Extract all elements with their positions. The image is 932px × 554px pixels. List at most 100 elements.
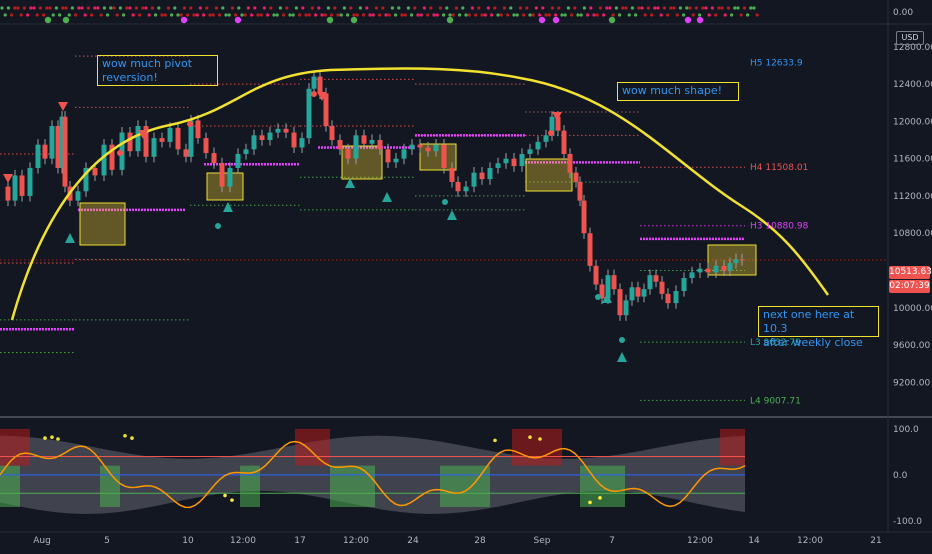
signal-dot [310,6,314,10]
signal-dot [374,6,378,10]
candle-body [587,233,593,266]
signal-dot [266,13,270,17]
high-dot [117,150,123,156]
signal-dot [365,6,369,10]
signal-dot [509,6,513,10]
oscillator-dot [123,433,127,438]
candle-body [647,275,653,290]
signal-dot [32,6,36,10]
signal-dot [576,13,580,17]
candle-body [175,127,181,150]
time-tick-label: Aug [33,536,51,546]
signal-dot [627,13,631,17]
signal-dot [422,6,426,10]
signal-dot [29,6,33,10]
signal-dot [307,13,311,17]
signal-dot [122,13,126,17]
signal-dot [611,13,615,17]
signal-dot [45,6,49,10]
signal-dot [150,6,154,10]
signal-dot [227,13,231,17]
signal-dot [595,13,599,17]
candle-body [311,76,317,89]
pivot-zone-box [79,202,126,246]
signal-dot [90,13,94,17]
candle-body [251,135,257,150]
signal-dot [586,13,590,17]
signal-dot [550,6,555,10]
signal-dot [390,6,394,10]
signal-dot [506,13,510,17]
signal-dot [554,13,558,17]
signal-dot [80,6,84,10]
signal-dot [557,6,561,10]
signal-dot [106,13,110,17]
signal-dot [474,13,478,17]
candle-body [227,167,233,187]
signal-dot [211,13,215,17]
candle-body [441,144,447,168]
candle-body [211,153,217,164]
signal-dot [483,13,487,17]
signal-dot [397,6,401,10]
annotation-much-shape[interactable]: wow much shape! [617,82,739,101]
candle-body [151,138,157,157]
signal-dot [723,13,727,17]
signal-dot [16,6,20,10]
time-tick-label: 28 [474,536,486,546]
price-tick-label: 12400.00 [893,80,932,90]
oscillator-dot [538,437,542,441]
time-tick-label: 17 [294,536,305,546]
oscillator-dot [43,436,47,440]
signal-dot [256,13,260,17]
candle-body [267,132,273,140]
last-price-tag: 10513.63 [889,266,932,279]
signal-dot [720,6,724,10]
candle-body [665,293,671,304]
signal-dot [128,6,132,10]
candle-body [543,135,549,142]
oscillator-tick-label: 0.0 [893,471,908,481]
signal-dot [653,6,657,10]
drawn-curve [10,67,830,321]
signal-dot [173,6,177,10]
signal-dot [531,13,535,17]
signal-dot [442,13,446,17]
annotation-next-one[interactable]: next one here at 10.3 after weekly close [758,306,879,349]
pivot-zone-box [206,172,244,201]
signal-dot [534,6,539,10]
candle-body [471,172,477,187]
time-tick-label: 12:00 [343,536,369,546]
candle-body [369,140,375,144]
time-tick-label: 24 [407,536,419,546]
signal-dot [192,13,196,17]
candle-body [577,181,583,201]
signal-dot [246,6,250,10]
signal-dot [38,6,43,10]
signal-dot [410,13,414,17]
candle-body [361,135,367,144]
signal-dot [592,13,596,17]
candle-body [495,163,501,168]
signal-dot [387,13,391,17]
candle-body [581,200,587,234]
signal-dot [243,13,247,17]
signal-dot [115,13,119,17]
annotation-pivot-reversion[interactable]: wow much pivot reversion! [97,55,218,86]
signal-dot [755,13,759,17]
signal-dot [394,13,398,17]
candle-body [721,265,727,271]
candle-body [75,191,81,201]
signal-dot [13,6,17,10]
candle-body [713,265,719,273]
candle-body [385,149,391,163]
trading-chart[interactable]: 0.00 12800.00 12400.00 12000.00 11600.00 1120… [0,0,932,550]
signal-dot [157,6,161,10]
candle-body [291,132,297,148]
time-tick-label: 12:00 [797,536,823,546]
candle-body [641,289,647,297]
candle-body [535,141,541,150]
currency-badge[interactable]: USD [896,31,924,45]
signal-dot [64,6,68,10]
signal-dot [384,13,388,17]
